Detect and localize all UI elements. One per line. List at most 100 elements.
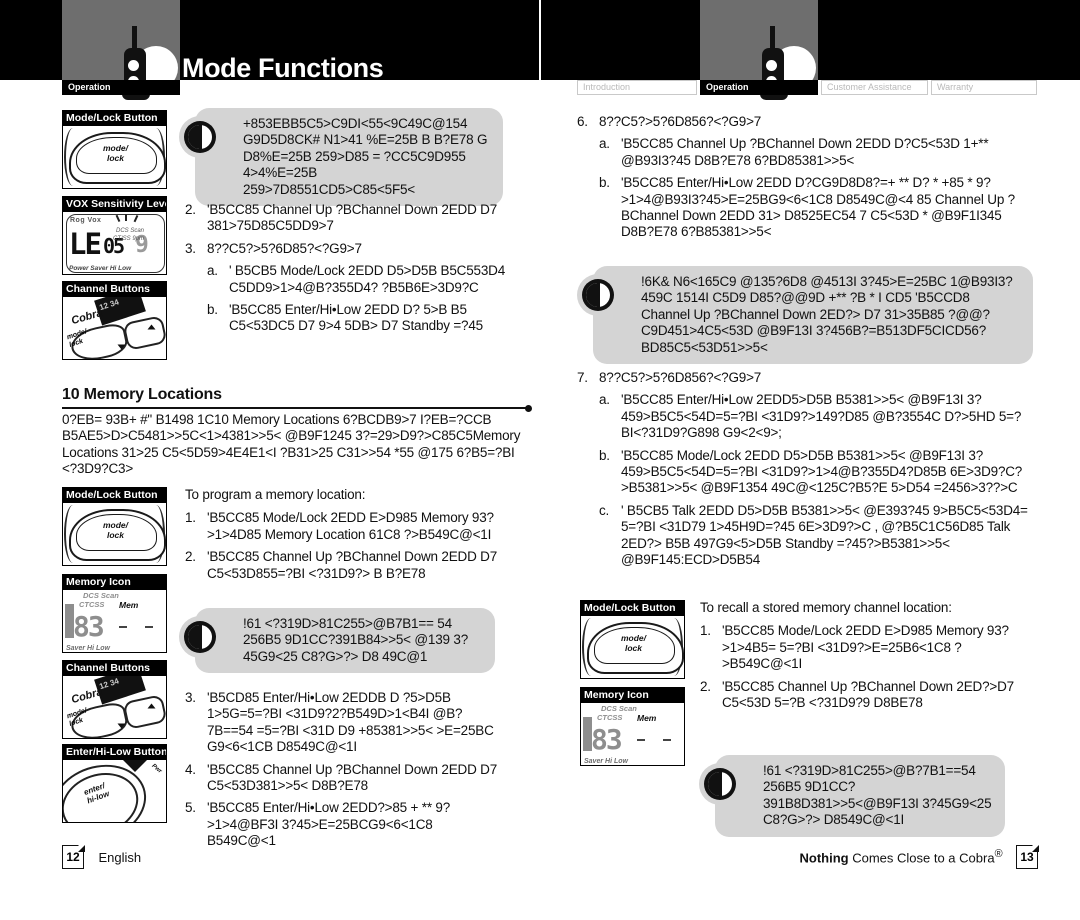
- list-item: b. 'B5CC85 Enter/Hi•Low 2EDD D? 5>B B5 C…: [207, 302, 505, 335]
- list-text: ' B5CB5 Mode/Lock 2EDD D5>D5B B5C553D4 C…: [229, 263, 505, 295]
- lcd-main-digits: LE: [69, 227, 102, 261]
- list-text: 'B5CC85 Channel Up ?BChannel Down 2EDD D…: [207, 761, 498, 794]
- figure-caption: VOX Sensitivity Level: [63, 197, 166, 212]
- tip-callout-1: +853EBB5C5>C9DI<55<9C49C@154 G9D5D8CK# N…: [179, 108, 503, 207]
- figure-caption: Memory Icon: [581, 688, 684, 703]
- tip-icon: [179, 116, 221, 158]
- figure-artwork-enter-hi-low: enter/ hi-low Pwr: [63, 760, 166, 822]
- list-letter: b.: [207, 302, 218, 318]
- logo-dot-1: [128, 60, 139, 71]
- tip-icon: [699, 763, 741, 805]
- tip-text: +853EBB5C5>C9DI<55<9C49C@154 G9D5D8CK# N…: [243, 116, 488, 197]
- list-letter: a.: [599, 136, 610, 152]
- lcd-mem-indicator: Mem: [119, 600, 139, 610]
- channel-down-arrow-icon: [117, 723, 126, 729]
- list-item: 1. 'B5CC85 Mode/Lock 2EDD E>D985 Memory …: [185, 510, 503, 543]
- list-text: ' B5CB5 Talk 2EDD D5>D5B B5381>>5< @E393…: [621, 502, 1028, 568]
- list-text: 'B5CC85 Channel Up ?BChannel Down 2ED?>D…: [722, 678, 1014, 711]
- lcd-bottom-indicators: Saver Hi Low: [584, 758, 628, 765]
- logo-dot-1: [766, 60, 777, 71]
- list-number: 3.: [185, 690, 196, 705]
- list-number: 6.: [577, 114, 588, 129]
- right-list-item-7: 7. 8??C5?>5?6D856?<?G9>7 a. 'B5CC85 Ente…: [577, 370, 1032, 574]
- figure-caption: Enter/Hi-Low Button: [63, 745, 166, 760]
- figure-mode-lock-button-1: Mode/Lock Button mode/ lock: [62, 110, 167, 189]
- figure-caption: Memory Icon: [63, 575, 166, 590]
- figure-memory-icon-2: Memory Icon DCS Scan CTCSS Mem 83 Saver …: [580, 687, 685, 766]
- procedure-lead-in: To program a memory location:: [185, 487, 366, 502]
- list-item: 2. 'B5CC85 Channel Up ?BChannel Down 2ED…: [185, 549, 503, 582]
- section-heading-block: 10 Memory Locations: [62, 386, 532, 412]
- list-text: 'B5CC85 Channel Up ?BChannel Down 2EDD D…: [207, 549, 498, 581]
- tab-introduction[interactable]: Introduction: [577, 80, 697, 95]
- figure-memory-icon: Memory Icon DCS Scan CTCSS Mem 83 Saver …: [62, 574, 167, 653]
- list-text: 8??C5?>5?6D856?<?G9>7: [599, 114, 762, 129]
- cobra-brand-mark: Cobra: [69, 306, 104, 328]
- lcd-row-dcs-scan: DCS Scan: [601, 704, 637, 713]
- page-number-badge: 12: [62, 844, 85, 869]
- language-label: English: [98, 849, 142, 865]
- list-item: b. 'B5CC85 Mode/Lock 2EDD D5>D5B B5381>>…: [599, 448, 1032, 497]
- figure-artwork-mode-lock: mode/ lock: [581, 616, 684, 678]
- tip-text: !6K& N6<165C9 @135?6D8 @4513I 3?45>E=25B…: [641, 274, 1013, 355]
- list-item: 2. 'B5CC85 Channel Up ?BChannel Down 2ED…: [185, 202, 505, 235]
- left-procedure-program-cont: 3. 'B5CD85 Enter/Hi•Low 2EDDB D ?5>D5B 1…: [185, 690, 503, 856]
- tip-callout-3: !6K& N6<165C9 @135?6D8 @4513I 3?45>E=25B…: [577, 266, 1033, 365]
- figure-artwork-memory-icon: DCS Scan CTCSS Mem 83 Saver Hi Low: [63, 590, 166, 652]
- list-letter: b.: [599, 447, 610, 463]
- list-item: b. 'B5CC85 Enter/Hi•Low 2EDD D?CG9D8D8?=…: [599, 175, 1032, 241]
- lcd-row-ctcss: CTCSS: [597, 713, 623, 722]
- figure-caption: Mode/Lock Button: [63, 488, 166, 503]
- tip-text: !61 <?319D>81C255>@B7B1== 54 256B5 9D1CC…: [243, 616, 469, 664]
- footer-left: 12 English: [62, 844, 142, 869]
- tab-operation[interactable]: Operation: [700, 80, 818, 95]
- list-text: 'B5CC85 Mode/Lock 2EDD E>D985 Memory 93?…: [722, 623, 1009, 672]
- figure-caption: Mode/Lock Button: [581, 601, 684, 616]
- list-item: 2. 'B5CC85 Channel Up ?BChannel Down 2ED…: [700, 679, 1035, 712]
- figure-caption: Channel Buttons: [63, 282, 166, 297]
- figure-channel-buttons-1: Channel Buttons 12 34 Cobra mode/ lock: [62, 281, 167, 360]
- tab-warranty[interactable]: Warranty: [931, 80, 1037, 95]
- channel-up-arrow-icon: [147, 703, 156, 709]
- tip-icon: [179, 616, 221, 658]
- tab-operation-left[interactable]: Operation: [62, 80, 180, 95]
- figure-channel-buttons-2: Channel Buttons 12 34 Cobra mode/ lock: [62, 660, 167, 739]
- channel-down-arrow-icon: [117, 344, 126, 350]
- list-text: 8??C5?>5?6D856?<?G9>7: [599, 370, 762, 385]
- tagline-rest: Comes Close to a Cobra: [848, 850, 995, 866]
- channel-up-arrow-icon: [147, 324, 156, 330]
- list-item: a. ' B5CB5 Mode/Lock 2EDD D5>D5B B5C553D…: [207, 263, 505, 296]
- list-letter: b.: [599, 175, 610, 191]
- figure-artwork-mode-lock: mode/ lock: [63, 126, 166, 188]
- list-text: 'B5CD85 Enter/Hi•Low 2EDDB D ?5>D5B 1>5G…: [207, 690, 494, 755]
- lcd-row-dcs-scan: DCS Scan: [83, 591, 119, 600]
- footer-right: Nothing Comes Close to a Cobra® 13: [799, 844, 1039, 869]
- figure-artwork-memory-icon: DCS Scan CTCSS Mem 83 Saver Hi Low: [581, 703, 684, 765]
- button-label-line1: mode/: [102, 143, 129, 153]
- list-letter: c.: [599, 502, 610, 518]
- manual-page-spread: Mode Functions Operation Introduction Op…: [0, 0, 1080, 920]
- tab-customer-assistance[interactable]: Customer Assistance: [821, 80, 928, 95]
- list-text: 'B5CC85 Enter/Hi•Low 2EDD D? 5>B B5 C5<5…: [229, 302, 483, 334]
- right-list-item-6: 6. 8??C5?>5?6D856?<?G9>7 a. 'B5CC85 Chan…: [577, 114, 1032, 247]
- list-text: 'B5CC85 Enter/Hi•Low 2EDD D?CG9D8D8?=+ *…: [621, 175, 1015, 240]
- tip-callout-2: !61 <?319D>81C255>@B7B1== 54 256B5 9D1CC…: [179, 608, 495, 674]
- lcd-bottom-indicators: Power Saver Hi Low: [69, 265, 132, 272]
- procedure-lead-in: To recall a stored memory channel locati…: [700, 600, 952, 615]
- button-label-line2: lock: [624, 643, 642, 653]
- figure-mode-lock-button-2: Mode/Lock Button mode/ lock: [62, 487, 167, 566]
- tagline-bold: Nothing: [799, 850, 849, 866]
- list-number: 3.: [185, 240, 196, 256]
- figure-artwork-mode-lock: mode/ lock: [63, 503, 166, 565]
- section-rule: [62, 404, 532, 412]
- list-number: 7.: [577, 370, 588, 385]
- registered-mark: ®: [994, 848, 1003, 861]
- button-label-line1: mode/: [102, 520, 129, 530]
- list-item: c. ' B5CB5 Talk 2EDD D5>D5B B5381>>5< @E…: [599, 503, 1032, 569]
- button-label-line1: mode/: [620, 633, 647, 643]
- list-letter: a.: [599, 392, 610, 408]
- list-text: 'B5CC85 Channel Up ?BChannel Down 2EDD D…: [207, 202, 498, 234]
- cobra-brand-mark: Cobra: [69, 685, 104, 707]
- left-procedure-program: To program a memory location: 1. 'B5CC85…: [185, 487, 503, 588]
- figure-caption: Mode/Lock Button: [63, 111, 166, 126]
